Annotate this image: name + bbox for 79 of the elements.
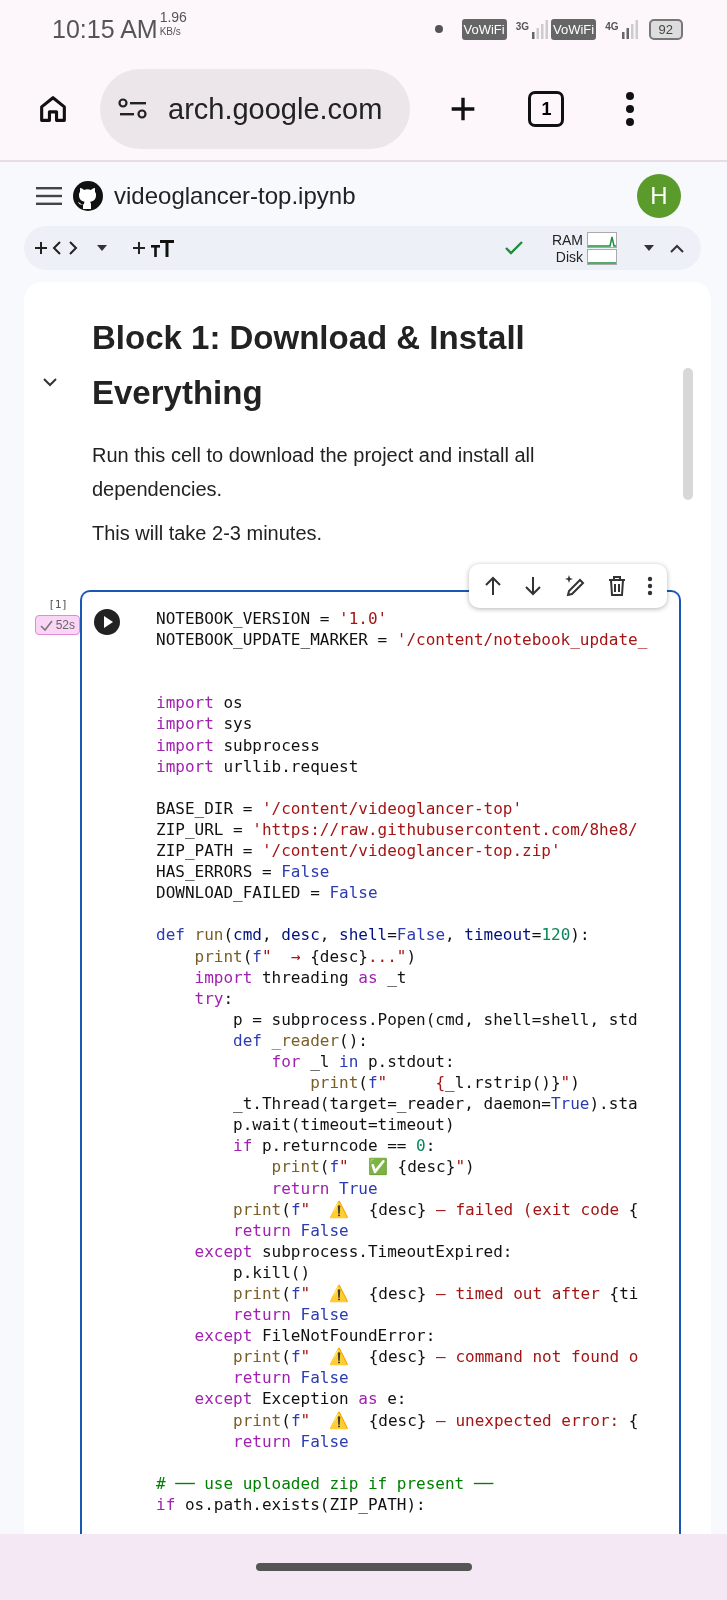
status-time: 10:15 AM xyxy=(52,14,158,44)
code-line: def run(cmd, desc, shell=False, timeout=120): xyxy=(156,924,591,946)
code-line: except subprocess.TimeoutExpired: xyxy=(193,1240,514,1262)
code-line: p.wait(timeout=timeout) xyxy=(232,1114,456,1136)
code-line: return False xyxy=(232,1367,350,1389)
chevron-down-icon[interactable] xyxy=(42,378,58,388)
run-button-icon[interactable] xyxy=(94,609,120,635)
code-line: def _reader(): xyxy=(232,1029,369,1051)
code-line: print(f" ⚠ {desc} — unexpected error: { xyxy=(232,1409,640,1431)
notification-dot-icon xyxy=(434,25,443,33)
cat-logo-icon xyxy=(72,180,104,212)
signal-icon xyxy=(532,19,548,39)
speed-unit: KB/s xyxy=(159,26,182,37)
code-line: return False xyxy=(232,1219,350,1241)
vowifi-badge: VoWiFi xyxy=(461,18,507,40)
code-line: import urllib.request xyxy=(156,755,360,777)
code-line: return False xyxy=(232,1304,350,1326)
disk-label: Disk xyxy=(555,248,583,265)
code-line: return False xyxy=(232,1430,350,1452)
check-icon xyxy=(503,240,524,256)
url-text: arch.google.com xyxy=(168,92,383,126)
tune-icon[interactable] xyxy=(118,97,148,121)
code-line: except Exception as e: xyxy=(193,1388,408,1410)
gesture-handle[interactable] xyxy=(255,1563,472,1571)
chevron-up-icon[interactable] xyxy=(669,243,685,253)
cell-heading: Block 1: Download & Install Everything xyxy=(92,318,526,413)
code-line: BASE_DIR = '/content/videoglancer-top' xyxy=(156,797,524,819)
code-line: ZIP_PATH = '/content/videoglancer-top.zip' xyxy=(156,840,562,862)
ram-label: RAM xyxy=(551,231,583,248)
menu-icon[interactable] xyxy=(36,187,62,205)
code-line: print(f" ⚠ {desc} — timed out after {ti xyxy=(232,1283,640,1305)
code-line: print(f" ⚠ {desc} — command not found o xyxy=(232,1346,640,1368)
code-line: for _l in p.stdout: xyxy=(270,1050,456,1073)
caret-icon[interactable] xyxy=(96,244,108,252)
code-line: import sys xyxy=(156,713,254,735)
ram-graph-icon xyxy=(587,231,617,248)
code-line: HAS_ERRORS = False xyxy=(156,861,331,883)
code-line: DOWNLOAD_FAILED = False xyxy=(156,882,379,904)
code-line: NOTEBOOK_VERSION = '1.0' xyxy=(156,608,389,630)
code-line: if p.returncode == 0: xyxy=(232,1135,437,1157)
network-type: 4G xyxy=(605,20,619,32)
more-icon[interactable] xyxy=(647,576,653,596)
code-line: ZIP_URL = 'https://raw.githubusercontent.com/8he8/ xyxy=(156,818,639,841)
add-text-icon[interactable] xyxy=(132,237,176,259)
code-line: import os xyxy=(156,692,244,714)
code-line: p = subprocess.Popen(cmd, shell=shell, std xyxy=(232,1008,639,1030)
more-icon[interactable] xyxy=(624,91,637,127)
scrollbar[interactable] xyxy=(683,368,693,500)
code-line: import threading as _t xyxy=(193,966,408,988)
code-line: print(f" ⚠ {desc} — failed (exit code { xyxy=(232,1198,640,1220)
code-line: if os.path.exists(ZIP_PATH): xyxy=(156,1493,427,1516)
code-line: import subprocess xyxy=(156,734,321,756)
trash-icon[interactable] xyxy=(607,575,627,597)
cell-paragraph: Run this cell to download the project and install all dependencies. xyxy=(92,443,536,502)
code-line: return True xyxy=(270,1177,379,1199)
code-line: NOTEBOOK_UPDATE_MARKER = '/content/notebook_update_ xyxy=(156,629,648,651)
tab-count-button[interactable]: 1 xyxy=(528,91,565,127)
address-bar[interactable]: arch.google.com xyxy=(100,69,411,149)
network-speed: 1.96 xyxy=(159,9,187,24)
caret-icon[interactable] xyxy=(643,244,655,252)
code-line: _t.Thread(target=_reader, daemon=True).sta xyxy=(232,1093,639,1115)
disk-graph-icon xyxy=(587,248,617,265)
network-type: 3G xyxy=(515,20,529,32)
signal-icon xyxy=(621,19,638,39)
arrow-up-icon[interactable] xyxy=(483,575,503,597)
vowifi-badge: VoWiFi xyxy=(551,18,597,40)
arrow-down-icon[interactable] xyxy=(523,575,543,597)
code-line: p.kill() xyxy=(232,1261,312,1283)
code-line: # ── use uploaded zip if present ── xyxy=(156,1472,495,1494)
code-line: try: xyxy=(193,987,235,1009)
code-line: print(f" {_l.rstrip()}") xyxy=(309,1072,581,1094)
cell-paragraph: This will take 2-3 minutes. xyxy=(92,521,324,546)
code-line: print(f" ✅ {desc}") xyxy=(270,1156,476,1178)
execution-count: [1] xyxy=(48,598,68,611)
battery-level: 92 xyxy=(648,18,683,40)
execution-time-badge: 52s xyxy=(34,615,80,635)
code-line: print(f" → {desc}...") xyxy=(193,945,418,967)
notebook-title[interactable]: videoglancer-top.ipynb xyxy=(114,182,356,210)
code-line: except FileNotFoundError: xyxy=(193,1325,437,1347)
